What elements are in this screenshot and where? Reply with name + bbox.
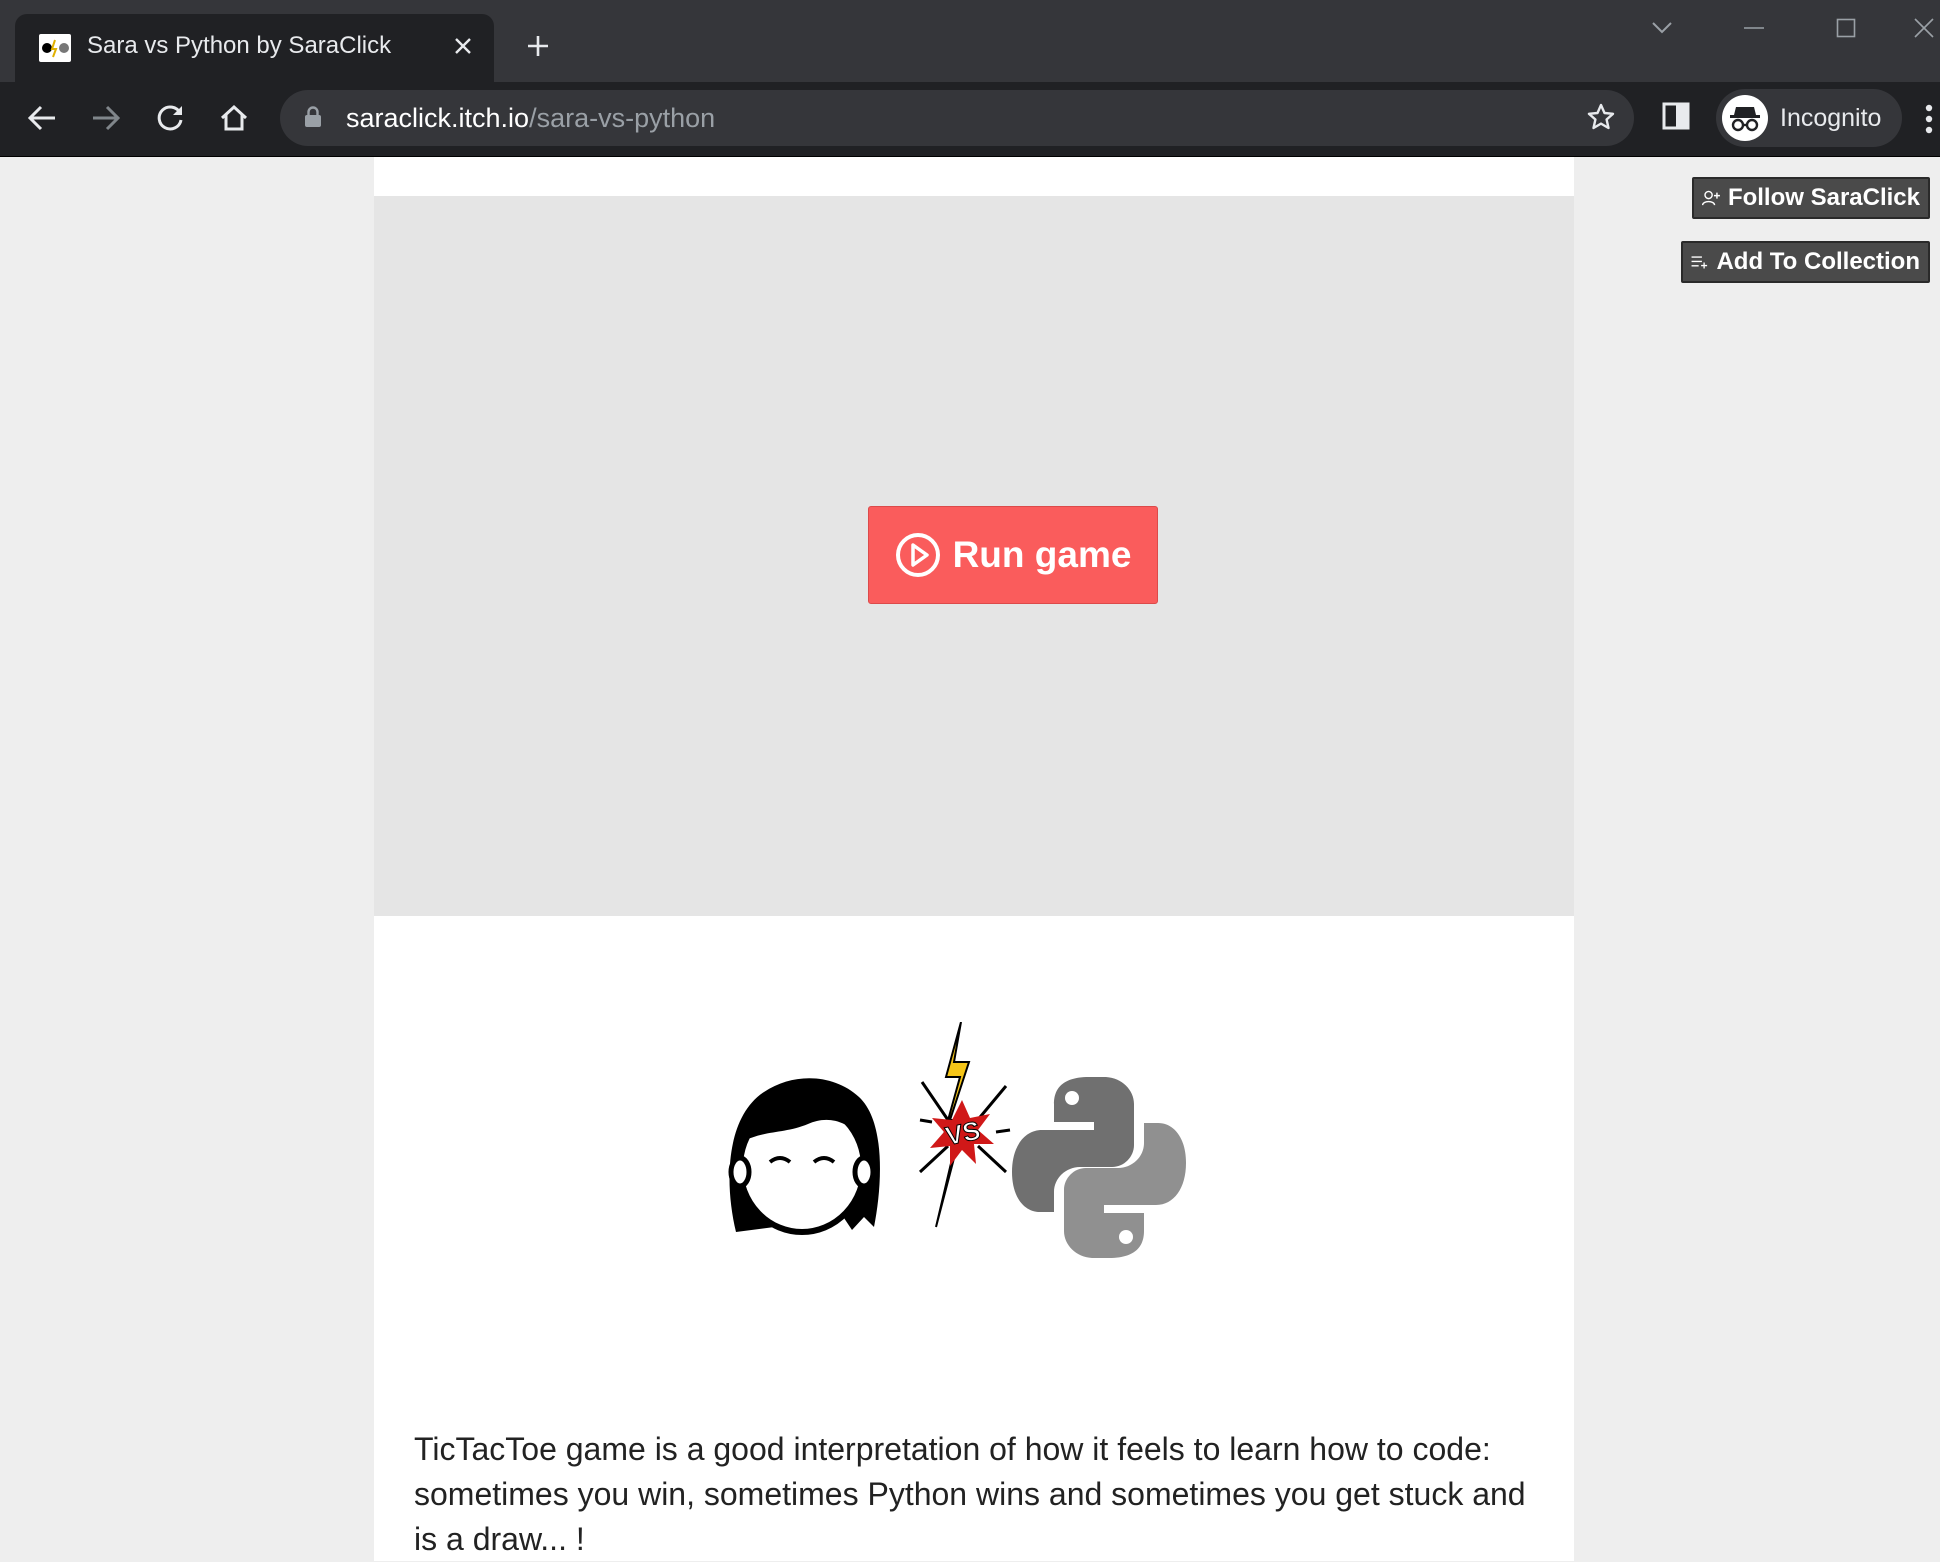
plus-icon <box>528 36 548 56</box>
maximize-button[interactable] <box>1830 12 1862 44</box>
girl-face-icon <box>728 1078 880 1235</box>
forward-button[interactable] <box>84 96 128 140</box>
reload-button[interactable] <box>148 96 192 140</box>
maximize-icon <box>1836 18 1856 38</box>
add-user-icon <box>1702 190 1720 206</box>
new-tab-button[interactable] <box>520 28 556 64</box>
chevron-down-icon <box>1652 22 1672 34</box>
add-to-collection-button[interactable]: Add To Collection <box>1681 241 1930 283</box>
star-icon[interactable] <box>1586 102 1616 137</box>
game-favicon-icon <box>39 34 71 62</box>
back-icon <box>27 105 55 131</box>
home-icon <box>220 104 248 131</box>
window-close-button[interactable] <box>1908 12 1940 44</box>
back-button[interactable] <box>20 96 64 140</box>
home-button[interactable] <box>212 96 256 140</box>
browser-titlebar: Sara vs Python by SaraClick <box>0 0 1940 82</box>
versus-lightning-icon: VS <box>918 1021 1011 1228</box>
tab-search-button[interactable] <box>1646 12 1678 44</box>
game-description: TicTacToe game is a good interpretation … <box>414 1431 1526 1557</box>
browser-toolbar: saraclick.itch.io/sara-vs-python Incogni… <box>0 82 1940 157</box>
sara-vs-python-banner: VS <box>714 1021 1244 1262</box>
forward-icon <box>93 105 121 131</box>
browser-tab-active[interactable]: Sara vs Python by SaraClick <box>15 14 494 82</box>
window-close-icon <box>1914 18 1934 38</box>
close-icon[interactable] <box>447 30 479 62</box>
follow-creator-button[interactable]: Follow SaraClick <box>1692 177 1930 219</box>
address-bar[interactable]: saraclick.itch.io/sara-vs-python <box>280 90 1634 146</box>
incognito-icon <box>1722 95 1768 141</box>
run-game-button[interactable]: Run game <box>868 506 1158 604</box>
play-circle-icon <box>895 533 940 577</box>
lock-icon[interactable] <box>304 106 322 133</box>
side-panel-icon[interactable] <box>1662 102 1690 135</box>
incognito-label: Incognito <box>1780 104 1882 132</box>
tab-title: Sara vs Python by SaraClick <box>87 32 392 59</box>
game-page-column: Run game VS TicTacToe game is a good int… <box>374 157 1574 1561</box>
url-path: /sara-vs-python <box>529 103 716 133</box>
python-logo-icon <box>1012 1077 1186 1258</box>
menu-icon[interactable] <box>1924 104 1934 139</box>
page-viewport[interactable]: Run game VS TicTacToe game is a good int… <box>0 157 1940 1561</box>
run-game-label: Run game <box>952 534 1132 575</box>
follow-label: Follow SaraClick <box>1727 184 1920 211</box>
svg-text:VS: VS <box>943 1115 983 1152</box>
collection-label: Add To Collection <box>1716 248 1920 275</box>
playlist-add-icon <box>1691 256 1708 269</box>
reload-icon <box>157 105 183 131</box>
minimize-button[interactable] <box>1738 12 1770 44</box>
url-text[interactable]: saraclick.itch.io/sara-vs-python <box>346 103 715 134</box>
minimize-icon <box>1744 27 1764 29</box>
incognito-profile-button[interactable]: Incognito <box>1716 89 1902 147</box>
game-embed-frame[interactable]: Run game <box>374 196 1574 916</box>
url-host: saraclick.itch.io <box>346 103 530 133</box>
